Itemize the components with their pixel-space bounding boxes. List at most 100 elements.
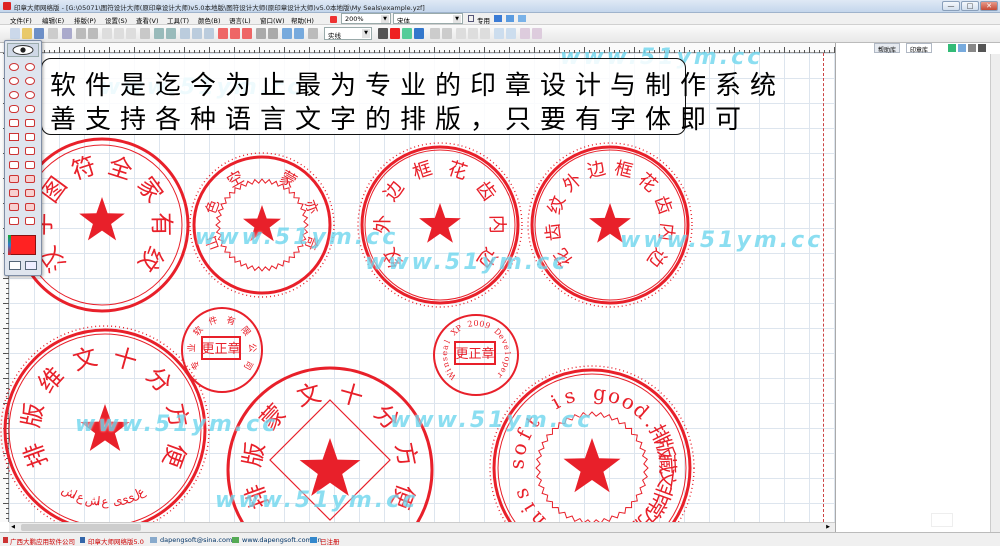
stamp-arc-text: 版	[238, 440, 270, 469]
stamp-arc-text: 十	[336, 379, 367, 412]
color-strip[interactable]	[8, 235, 11, 255]
scroll-right-icon[interactable]: ▶	[824, 524, 832, 531]
circle-seal-tool[interactable]	[9, 63, 19, 71]
library-panel: 帮助库 印章库	[835, 43, 1000, 532]
stamp-arc-text: 业	[186, 343, 198, 353]
web-icon	[232, 537, 239, 543]
stamp-arc-text: 版	[17, 401, 49, 430]
stamp-center-text: 更正章	[455, 346, 494, 362]
rect-frame-tool[interactable]	[9, 161, 19, 169]
banner-line-1: 软件是迄今为止最为专业的印章设计与制作系统	[50, 71, 786, 101]
block-tool[interactable]	[25, 203, 35, 211]
tool-palette[interactable]	[4, 40, 42, 276]
stamp-arc-text: 全	[105, 151, 136, 185]
rect-seal-tool[interactable]	[9, 119, 19, 127]
stamp-arc-text: l	[503, 352, 512, 356]
arc-text-tool[interactable]	[9, 217, 19, 225]
stamp-arc-text: g	[592, 380, 607, 405]
settings-icon[interactable]	[978, 44, 986, 52]
stamp-arc-text: 司	[241, 358, 255, 371]
stamp-arc-text: 文	[294, 379, 325, 412]
star-icon	[563, 438, 621, 493]
stamp-arc-text: 框	[410, 157, 435, 184]
banner-line-2: 善支持各种语言文字的排版，只要有字体即可	[50, 105, 751, 135]
stamp-arc-text: 维	[33, 362, 70, 399]
stamp-arc-text: 齿	[542, 222, 565, 242]
diamond-tool[interactable]	[9, 133, 19, 141]
stamp-arc-text: s	[440, 356, 449, 361]
preview-icon[interactable]	[958, 44, 966, 52]
stamp-arc-text: s	[508, 485, 534, 503]
watermark: www.51ym.cc	[195, 225, 399, 250]
stamp-arc-text: 家	[132, 172, 169, 208]
scroll-left-icon[interactable]: ◀	[9, 524, 17, 531]
watermark: www.51ym.cc	[365, 250, 569, 275]
ellipse-seal-tool[interactable]	[9, 77, 19, 85]
stamp-bottom-text: ش	[84, 492, 101, 508]
oval-double-tool[interactable]	[25, 105, 35, 113]
stamp-arc-text: 蒙	[277, 167, 300, 191]
stamp-arc-text: 花	[445, 157, 470, 184]
current-color-swatch[interactable]	[10, 235, 36, 255]
grid-2x2-tool[interactable]	[9, 175, 19, 183]
stamp-arc-text: 2	[467, 319, 474, 329]
fill-icon[interactable]	[9, 261, 21, 270]
stamp-arc-text: 有	[147, 212, 175, 236]
stamp-arc-text: 花	[634, 169, 661, 197]
panel-preview-thumb	[931, 513, 953, 527]
swap-icon[interactable]	[25, 261, 37, 270]
user-icon	[310, 537, 317, 543]
stamp-arc-text: 便	[157, 439, 192, 471]
edit-icon[interactable]	[968, 44, 976, 52]
company-icon	[3, 537, 8, 543]
oval-seal-tool[interactable]	[9, 91, 19, 99]
stamp-center-text: 更正章	[201, 341, 240, 357]
banner-textbox[interactable]: 软件是迄今为止最为专业的印章设计与制作系统 善支持各种语言文字的排版，只要有字体…	[41, 58, 776, 135]
stamp-arc-text: 纹	[544, 193, 570, 217]
scroll-thumb[interactable]	[21, 524, 141, 531]
star-icon	[419, 203, 461, 243]
stamp-arc-text: 文	[70, 343, 101, 376]
tab-seal-library[interactable]: 印章库	[906, 43, 933, 54]
close-button[interactable]: ✕	[980, 1, 998, 11]
watermark: www.51ym.cc	[75, 412, 279, 437]
stamp-arc-text: o	[506, 440, 532, 458]
stamp-bottom-text: ع	[101, 495, 109, 509]
square-seal-tool[interactable]	[25, 119, 35, 127]
minimize-button[interactable]: —	[942, 1, 960, 11]
ring-seal-tool[interactable]	[25, 77, 35, 85]
stamp-arc-text: l	[443, 338, 452, 345]
text-grid-tool[interactable]	[25, 189, 35, 197]
stamp-arc-text: 专	[188, 358, 203, 372]
status-bar: 广西大鹏应用软件公司 印章大师网络版5.0 dapengsoft@sina.co…	[0, 532, 1000, 546]
stamp-arc-text: 边	[585, 158, 608, 183]
frame-tool[interactable]	[25, 133, 35, 141]
eye-icon[interactable]	[7, 43, 39, 57]
stamp-arc-text: 件	[207, 314, 219, 328]
double-circle-tool[interactable]	[25, 63, 35, 71]
small-circle-tool[interactable]	[25, 91, 35, 99]
stamp-arc-text: 框	[612, 158, 635, 183]
bar-tool[interactable]	[9, 203, 19, 211]
grid-3x3-tool[interactable]	[25, 175, 35, 183]
stamp-arc-text: 齿	[471, 177, 500, 205]
watermark: www.51ym.cc	[390, 408, 594, 433]
tab-help-library[interactable]: 帮助库	[874, 43, 901, 54]
horizontal-scrollbar[interactable]: ◀ ▶	[9, 522, 835, 532]
oval-tool[interactable]	[9, 105, 19, 113]
stamp-arc-text: 空	[224, 167, 247, 191]
stamp-arc-text: e	[502, 344, 512, 351]
watermark: www.51ym.cc	[215, 488, 419, 513]
watermark: www.51ym.cc	[620, 228, 824, 253]
text-block-tool[interactable]	[9, 189, 19, 197]
star-tool[interactable]	[25, 217, 35, 225]
stamp-arc-text: 齿	[650, 193, 676, 217]
triangle-tool[interactable]	[9, 147, 19, 155]
panel-scrollbar[interactable]	[990, 54, 1000, 532]
heart-tool[interactable]	[25, 147, 35, 155]
refresh-icon[interactable]	[948, 44, 956, 52]
maximize-button[interactable]: □	[961, 1, 979, 11]
rect-grid-tool[interactable]	[25, 161, 35, 169]
stamp-arc-text: 十	[110, 343, 141, 376]
status-email[interactable]: dapengsoft@sina.com	[160, 536, 232, 544]
